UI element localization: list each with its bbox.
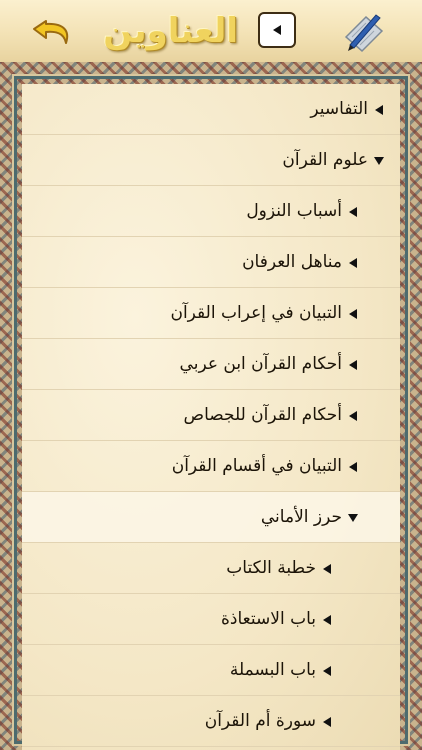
collapsed-triangle-icon[interactable] (346, 390, 360, 441)
collapsed-triangle-icon[interactable] (346, 339, 360, 390)
tree-row-label: أسباب النزول (246, 201, 342, 221)
tree-row[interactable]: التبيان في إعراب القرآن (22, 288, 400, 339)
tree-row-label: أحكام القرآن للجصاص (183, 405, 342, 425)
page-title: العناوين (103, 11, 238, 51)
tree-row[interactable]: أحكام القرآن للجصاص (22, 390, 400, 441)
tree-list[interactable]: التفاسير علوم القرآن أسباب النزول مناهل الع… (22, 84, 400, 750)
tree-row-label: التبيان في أقسام القرآن (171, 456, 342, 476)
tree-row-label: سورة أم القرآن (204, 711, 316, 731)
tree-row[interactable]: باب الاستعاذة (22, 594, 400, 645)
tree-row-label: أحكام القرآن ابن عربي (179, 354, 342, 374)
collapsed-triangle-icon[interactable] (320, 696, 334, 747)
tree-row-label: خطبة الكتاب (226, 558, 316, 578)
tree-row-label: التفاسير (310, 99, 368, 119)
undo-arrow-icon (33, 20, 69, 44)
triangle-left-icon (273, 25, 281, 35)
expanded-triangle-icon[interactable] (372, 135, 386, 186)
tree-row-label: مناهل العرفان (242, 252, 342, 272)
tree-row-label: باب الاستعاذة (221, 609, 316, 629)
notes-button[interactable] (338, 8, 390, 54)
tree-row-label: التبيان في إعراب القرآن (170, 303, 342, 323)
tree-row[interactable]: مناهل العرفان (22, 237, 400, 288)
collapsed-triangle-icon[interactable] (346, 441, 360, 492)
tree-row-label: علوم القرآن (282, 150, 368, 170)
tree-row-label: باب البسملة (229, 660, 316, 680)
tree-row[interactable]: أسباب النزول (22, 186, 400, 237)
tree-row[interactable]: سورة أم القرآن (22, 696, 400, 747)
tree-row[interactable]: خطبة الكتاب (22, 543, 400, 594)
tree-row[interactable]: أحكام القرآن ابن عربي (22, 339, 400, 390)
collapsed-triangle-icon[interactable] (346, 237, 360, 288)
tree-row[interactable]: علوم القرآن (22, 135, 400, 186)
tree-row[interactable]: باب البسملة (22, 645, 400, 696)
collapsed-triangle-icon[interactable] (320, 645, 334, 696)
tree-row[interactable]: حرز الأماني (22, 492, 400, 543)
tree-row[interactable]: التبيان في أقسام القرآن (22, 441, 400, 492)
collapsed-triangle-icon[interactable] (372, 84, 386, 135)
tree-row[interactable]: التفاسير (22, 84, 400, 135)
pen-paper-icon (344, 14, 384, 53)
collapsed-triangle-icon[interactable] (346, 288, 360, 339)
collapsed-triangle-icon[interactable] (346, 186, 360, 237)
back-button[interactable] (30, 10, 80, 52)
collapse-toggle-button[interactable] (258, 12, 296, 48)
top-bar: العناوين (0, 0, 422, 63)
collapsed-triangle-icon[interactable] (320, 543, 334, 594)
expanded-triangle-icon[interactable] (346, 492, 360, 543)
tree-row-label: حرز الأماني (260, 507, 342, 527)
collapsed-triangle-icon[interactable] (320, 594, 334, 645)
